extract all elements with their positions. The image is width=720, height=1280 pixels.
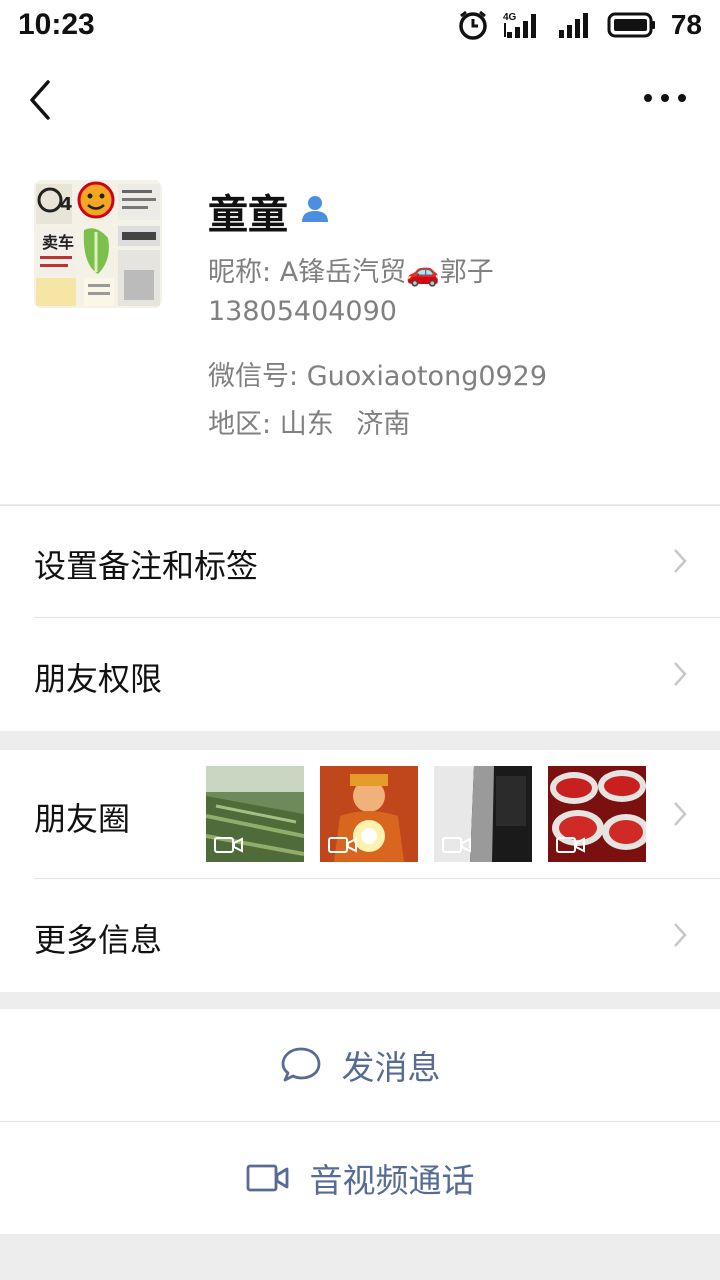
moment-thumbnail xyxy=(434,766,532,862)
more-button[interactable] xyxy=(640,86,690,110)
video-icon xyxy=(442,837,471,853)
status-icons: 4G 78 xyxy=(457,9,702,41)
alarm-icon xyxy=(457,9,489,41)
moment-thumbnail xyxy=(206,766,304,862)
mobile-data-4g-icon: 4G xyxy=(503,10,543,40)
send-message-button[interactable]: 发消息 xyxy=(0,1009,720,1121)
phone-number: 13805404090 xyxy=(208,296,397,327)
avatar[interactable]: 4 卖车 xyxy=(34,180,162,308)
send-message-label: 发消息 xyxy=(341,1048,441,1087)
battery-icon xyxy=(607,11,657,39)
chevron-right-icon xyxy=(674,549,687,573)
status-time: 10:23 xyxy=(18,8,95,41)
more-info-row[interactable]: 更多信息 xyxy=(0,879,720,992)
moment-thumbnail xyxy=(548,766,646,862)
wechat-id-line: 微信号: Guoxiaotong0929 xyxy=(208,354,547,393)
region-label: 地区: xyxy=(208,409,272,440)
svg-text:4G: 4G xyxy=(503,12,517,23)
video-call-label: 音视频通话 xyxy=(309,1161,475,1200)
moments-label: 朋友圈 xyxy=(34,800,131,838)
name-row: 童童 xyxy=(208,182,332,240)
friend-permissions-row[interactable]: 朋友权限 xyxy=(0,618,720,731)
chevron-right-icon xyxy=(674,662,687,686)
settings-group: 设置备注和标签 朋友权限 xyxy=(0,505,720,731)
chevron-right-icon xyxy=(674,802,687,826)
region-city: 济南 xyxy=(356,409,411,440)
status-bar: 10:23 4G 78 xyxy=(0,0,720,50)
contact-profile-page: 10:23 4G 78 4 卖车 童童 昵称: A锋岳汽贸🚗郭子 1380540… xyxy=(0,0,720,1280)
region-province: 山东 xyxy=(279,409,334,440)
friend-permissions-label: 朋友权限 xyxy=(34,660,163,698)
more-info-label: 更多信息 xyxy=(34,921,163,959)
chat-bubble-icon xyxy=(281,1047,320,1082)
region-line: 地区: 山东 济南 xyxy=(208,402,410,441)
remark-tags-label: 设置备注和标签 xyxy=(34,547,259,585)
nickname-line: 昵称: A锋岳汽贸🚗郭子 xyxy=(208,250,494,289)
svg-text:卖车: 卖车 xyxy=(42,233,74,252)
signal-icon xyxy=(557,10,593,40)
nickname-label: 昵称: xyxy=(208,257,272,288)
chevron-left-icon xyxy=(30,80,50,120)
chevron-right-icon xyxy=(674,923,687,947)
moments-group: 朋友圈 更多信息 xyxy=(0,750,720,992)
contact-name: 童童 xyxy=(208,192,288,238)
back-button[interactable] xyxy=(22,78,62,122)
wechat-id-value: Guoxiaotong0929 xyxy=(306,361,548,392)
wechat-id-label: 微信号: xyxy=(208,361,299,392)
nickname-value: A锋岳汽贸🚗郭子 xyxy=(279,257,494,288)
moments-thumbnails xyxy=(206,766,646,862)
profile-card: 4 卖车 童童 昵称: A锋岳汽贸🚗郭子 13805404090 微信号: Gu… xyxy=(0,150,720,504)
person-icon xyxy=(298,192,332,230)
remark-tags-row[interactable]: 设置备注和标签 xyxy=(0,505,720,617)
video-call-button[interactable]: 音视频通话 xyxy=(0,1122,720,1234)
moments-row[interactable]: 朋友圈 xyxy=(0,750,720,878)
svg-text:4: 4 xyxy=(60,194,73,215)
moment-thumbnail xyxy=(320,766,418,862)
battery-level: 78 xyxy=(670,9,702,40)
video-icon xyxy=(328,837,357,853)
video-icon xyxy=(214,837,243,853)
video-camera-icon xyxy=(246,1164,288,1192)
video-icon xyxy=(556,837,585,853)
nav-bar xyxy=(0,50,720,150)
ellipsis-icon xyxy=(644,94,686,102)
